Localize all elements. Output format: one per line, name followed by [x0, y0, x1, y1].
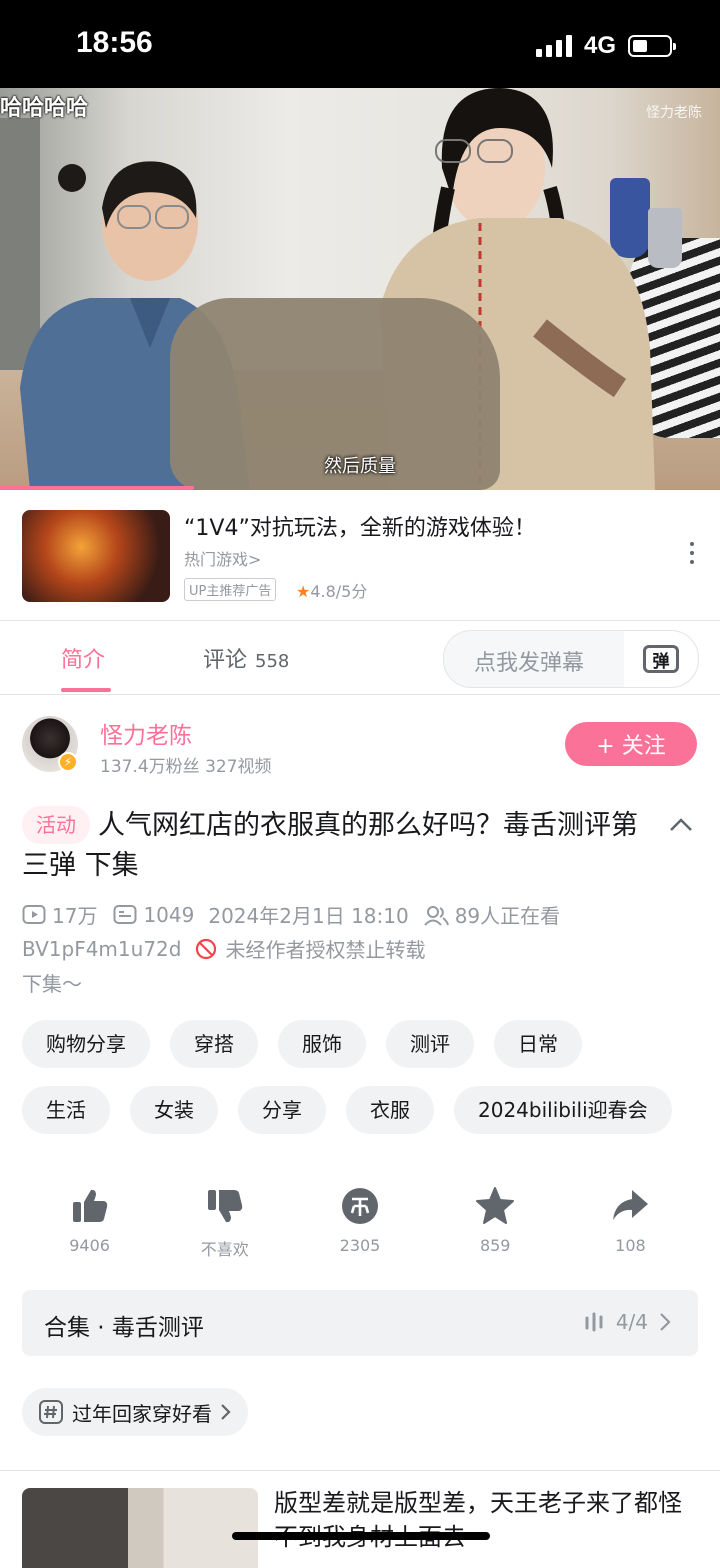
- divider: [0, 620, 720, 621]
- danmaku-text: 哈哈哈哈: [0, 96, 89, 121]
- tag-chip[interactable]: 穿搭: [170, 1020, 258, 1068]
- recommended-title[interactable]: 版型差就是版型差，天王老子来了都怪不到我身材上面去: [274, 1486, 704, 1554]
- play-count-icon: [22, 904, 46, 924]
- tag-row-1: 购物分享 穿搭 服饰 测评 日常: [22, 1020, 582, 1068]
- tab-intro[interactable]: 简介: [61, 642, 105, 674]
- chevron-right-icon: [221, 1404, 231, 1420]
- like-count: 9406: [69, 1236, 110, 1255]
- video-progress-bar[interactable]: [0, 486, 195, 490]
- hashtag-icon: [39, 1400, 63, 1424]
- coin-icon: [342, 1188, 378, 1224]
- chevron-up-icon[interactable]: [668, 812, 694, 838]
- recommended-thumbnail[interactable]: [22, 1488, 258, 1568]
- danmaku-input[interactable]: 点我发弹幕 弹: [443, 630, 699, 688]
- video-title-text: 人气网红店的衣服真的那么好吗？毒舌测评第三弹 下集: [22, 810, 638, 881]
- tag-chip[interactable]: 测评: [386, 1020, 474, 1068]
- verified-icon: ⚡: [58, 752, 78, 772]
- status-time: 18:56: [76, 26, 153, 59]
- divider: [0, 1470, 720, 1471]
- video-player[interactable]: 哈哈哈哈 怪力老陈 然后质量: [0, 88, 720, 490]
- no-repost-icon: [196, 938, 217, 959]
- share-count: 108: [615, 1236, 646, 1255]
- chevron-right-icon: [660, 1313, 671, 1331]
- video-meta: 17万 1049 2024年2月1日 18:10 89人正在看: [22, 900, 560, 929]
- collection-right: 4/4: [584, 1310, 672, 1334]
- favorite-button[interactable]: 859: [428, 1186, 563, 1266]
- signal-icon: [535, 35, 572, 57]
- battery-icon: [628, 35, 676, 57]
- ad-rating: ★4.8/5分: [296, 578, 367, 602]
- share-icon: [613, 1190, 649, 1220]
- view-count: 17万: [52, 904, 98, 928]
- tag-row-2: 生活 女装 分享 衣服 2024bilibili迎春会: [22, 1086, 672, 1134]
- favorite-count: 859: [479, 1236, 511, 1255]
- collection-card[interactable]: 合集 · 毒舌测评 4/4: [22, 1290, 698, 1356]
- ad-card[interactable]: “1V4”对抗玩法，全新的游戏体验！ 热门游戏> UP主推荐广告 ★4.8/5分: [0, 492, 720, 620]
- home-indicator[interactable]: [232, 1532, 490, 1540]
- tag-chip[interactable]: 2024bilibili迎春会: [454, 1086, 672, 1134]
- thumb-up-icon: [72, 1189, 107, 1222]
- activity-tag[interactable]: 活动: [22, 806, 90, 844]
- coin-button[interactable]: 2305: [292, 1186, 427, 1266]
- ad-thumbnail[interactable]: [22, 510, 170, 602]
- tag-chip[interactable]: 生活: [22, 1086, 110, 1134]
- share-button[interactable]: 108: [563, 1186, 698, 1266]
- bvid[interactable]: BV1pF4m1u72d: [22, 937, 181, 961]
- watching-count: 89人正在看: [454, 904, 561, 928]
- follow-button[interactable]: + 关注: [565, 722, 697, 766]
- danmaku-count: 1049: [143, 902, 195, 927]
- tab-comments[interactable]: 评论 558: [203, 642, 289, 674]
- tag-chip[interactable]: 衣服: [346, 1086, 434, 1134]
- tab-bar: 简介 评论 558 点我发弹幕 弹: [0, 622, 720, 694]
- tag-chip[interactable]: 日常: [494, 1020, 582, 1068]
- video-subtitle: 然后质量: [324, 456, 396, 477]
- uploader-stats: 137.4万粉丝 327视频: [100, 757, 272, 777]
- star-icon: [476, 1187, 515, 1224]
- uploader-name[interactable]: 怪力老陈: [100, 716, 192, 750]
- tag-chip[interactable]: 分享: [238, 1086, 326, 1134]
- watching-icon: [423, 905, 449, 926]
- thumb-down-icon: [207, 1190, 242, 1223]
- publish-date: 2024年2月1日 18:10: [208, 904, 409, 928]
- uploader-row: ⚡ 怪力老陈 137.4万粉丝 327视频 + 关注: [0, 710, 720, 780]
- action-bar: 9406 不喜欢 2305 859 108: [22, 1186, 698, 1266]
- ad-category[interactable]: 热门游戏>: [184, 546, 261, 570]
- topic-label: 过年回家穿好看: [72, 1401, 212, 1426]
- video-description: 下集～: [22, 972, 82, 996]
- rating-star-icon: ★: [296, 582, 311, 601]
- network-type: 4G: [583, 32, 616, 59]
- no-repost-text: 未经作者授权禁止转载: [225, 938, 426, 962]
- playlist-icon: [585, 1312, 603, 1332]
- video-watermark: 怪力老陈: [646, 105, 702, 121]
- dislike-label: 不喜欢: [200, 1240, 249, 1259]
- danmaku-placeholder: 点我发弹幕: [474, 651, 585, 676]
- status-right: 4G: [535, 32, 676, 60]
- danmaku-toggle-button[interactable]: 弹: [624, 631, 698, 687]
- tab-underline: [61, 688, 111, 692]
- video-meta-2: BV1pF4m1u72d 未经作者授权禁止转载: [22, 934, 425, 963]
- collection-progress: 4/4: [615, 1310, 648, 1334]
- video-title-area: 活动 人气网红店的衣服真的那么好吗？毒舌测评第三弹 下集: [22, 806, 662, 886]
- like-button[interactable]: 9406: [22, 1186, 157, 1266]
- ad-rating-text: 4.8/5分: [310, 582, 368, 601]
- status-bar: 18:56 4G: [0, 0, 720, 88]
- dislike-button[interactable]: 不喜欢: [157, 1186, 292, 1266]
- ad-badge: UP主推荐广告: [184, 578, 277, 601]
- video-title: 活动 人气网红店的衣服真的那么好吗？毒舌测评第三弹 下集: [22, 806, 662, 886]
- topic-chip[interactable]: 过年回家穿好看: [22, 1388, 248, 1436]
- tag-chip[interactable]: 女装: [130, 1086, 218, 1134]
- ad-title[interactable]: “1V4”对抗玩法，全新的游戏体验！: [184, 510, 536, 542]
- danmaku-count-icon: [113, 904, 137, 924]
- danmaku-icon: 弹: [643, 645, 679, 673]
- tab-comments-label: 评论: [203, 648, 248, 673]
- collection-title: 合集 · 毒舌测评: [44, 1315, 204, 1341]
- coin-count: 2305: [339, 1236, 381, 1255]
- tag-chip[interactable]: 购物分享: [22, 1020, 150, 1068]
- divider: [0, 694, 720, 695]
- tag-chip[interactable]: 服饰: [278, 1020, 366, 1068]
- more-options-icon[interactable]: [690, 542, 694, 564]
- comment-count: 558: [255, 651, 290, 672]
